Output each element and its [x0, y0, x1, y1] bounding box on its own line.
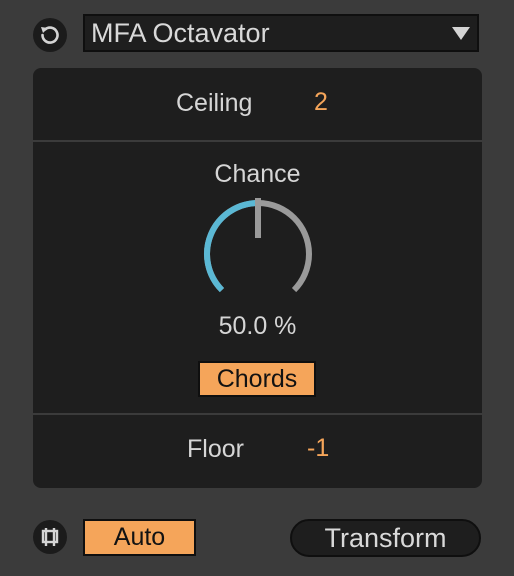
floor-value[interactable]: -1 [307, 434, 329, 463]
preset-dropdown[interactable]: MFA Octavator [83, 14, 479, 52]
parameter-panel: Ceiling 2 Chance 50.0 % Chords Floor -1 [33, 68, 482, 488]
chance-readout: 50.0 % [218, 312, 297, 340]
divider-top [33, 140, 482, 142]
loop-bracket-icon[interactable] [33, 520, 67, 554]
chevron-down-icon[interactable] [452, 27, 470, 40]
auto-button[interactable]: Auto [83, 519, 196, 556]
transform-button[interactable]: Transform [290, 519, 481, 557]
reset-icon[interactable] [33, 18, 67, 52]
octavator-device: MFA Octavator Ceiling 2 Chance 50.0 % Ch… [0, 0, 514, 576]
chance-label: Chance [214, 160, 301, 188]
ceiling-label: Ceiling [176, 89, 253, 117]
preset-name: MFA Octavator [91, 18, 270, 48]
divider-bottom [33, 413, 482, 415]
ceiling-value[interactable]: 2 [314, 88, 328, 117]
knob-value-arc [204, 200, 259, 293]
chance-knob[interactable] [198, 194, 318, 310]
floor-label: Floor [187, 435, 244, 463]
chords-button[interactable]: Chords [198, 361, 316, 397]
